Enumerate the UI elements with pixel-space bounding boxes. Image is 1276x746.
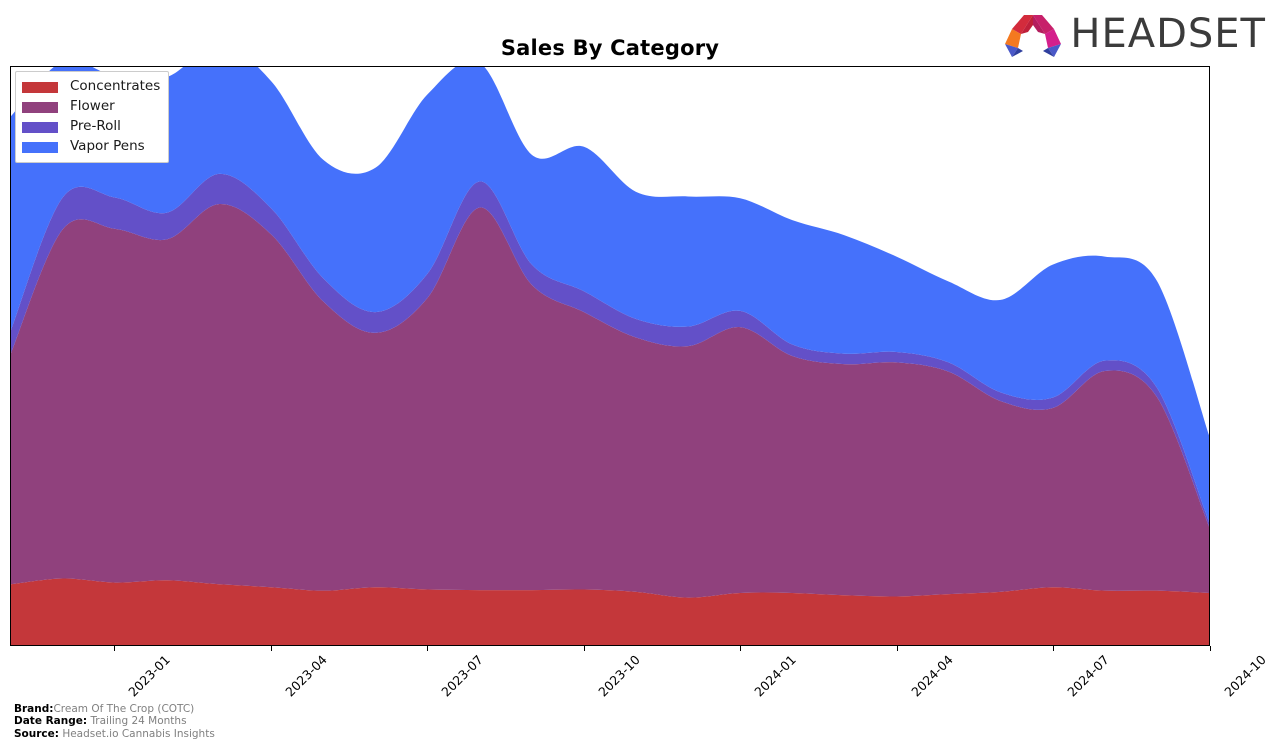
x-axis-tick-label: 2024-10 — [1221, 652, 1269, 700]
footnote-date-range-key: Date Range: — [14, 715, 88, 728]
stacked-area-chart — [11, 67, 1209, 645]
footnote-source: Source: Headset.io Cannabis Insights — [14, 728, 215, 740]
legend-item-pre-roll: Pre-Roll — [22, 117, 160, 137]
legend-item-concentrates: Concentrates — [22, 77, 160, 97]
legend-label-vapor-pens: Vapor Pens — [70, 138, 145, 155]
legend-swatch-vapor-pens — [22, 141, 58, 153]
headset-wordmark: HEADSET — [1070, 11, 1266, 57]
footnote-brand-value: Cream Of The Crop (COTC) — [53, 702, 195, 715]
x-axis-tick-label: 2023-04 — [282, 652, 330, 700]
chart-footnote: Brand:Cream Of The Crop (COTC) Date Rang… — [14, 703, 215, 740]
footnote-brand: Brand:Cream Of The Crop (COTC) — [14, 703, 215, 715]
legend-label-pre-roll: Pre-Roll — [70, 118, 121, 135]
legend-swatch-flower — [22, 101, 58, 113]
x-axis-tick-label: 2023-01 — [125, 652, 174, 700]
x-axis-tick-mark — [740, 646, 742, 651]
x-axis-tick-mark — [896, 646, 898, 651]
x-axis-tick-mark — [1210, 646, 1211, 651]
chart-legend: Concentrates Flower Pre-Roll Vapor Pens — [15, 71, 170, 163]
x-axis-tick-label: 2023-07 — [438, 652, 487, 700]
headset-logo: HEADSET — [1002, 10, 1266, 58]
legend-swatch-concentrates — [22, 81, 58, 93]
x-axis-tick-mark — [1053, 646, 1055, 651]
legend-item-flower: Flower — [22, 97, 160, 117]
plot-area: Concentrates Flower Pre-Roll Vapor Pens — [10, 66, 1210, 646]
x-axis-tick-mark — [427, 646, 429, 651]
x-axis-tick-label: 2023-10 — [595, 652, 643, 700]
x-axis-tick-label: 2024-04 — [908, 652, 956, 700]
footnote-source-key: Source: — [14, 727, 59, 740]
footnote-date-range: Date Range: Trailing 24 Months — [14, 715, 215, 727]
headset-arch-logo-icon — [1005, 15, 1062, 57]
x-axis-tick-label: 2024-07 — [1064, 652, 1113, 700]
legend-label-concentrates: Concentrates — [70, 78, 161, 95]
footnote-date-range-value: Trailing 24 Months — [90, 715, 187, 728]
x-axis-tick-label: 2024-01 — [751, 652, 800, 700]
x-axis-tick-mark — [270, 646, 272, 651]
x-axis-tick-mark — [583, 646, 585, 651]
x-axis-tick-mark — [114, 646, 116, 651]
legend-item-vapor-pens: Vapor Pens — [22, 137, 160, 157]
chart-page: Sales By Category HEADSET Concentrates F… — [0, 0, 1276, 746]
legend-label-flower: Flower — [70, 98, 115, 115]
footnote-brand-key: Brand: — [14, 702, 54, 715]
footnote-source-value: Headset.io Cannabis Insights — [62, 727, 215, 740]
legend-swatch-pre-roll — [22, 121, 58, 133]
